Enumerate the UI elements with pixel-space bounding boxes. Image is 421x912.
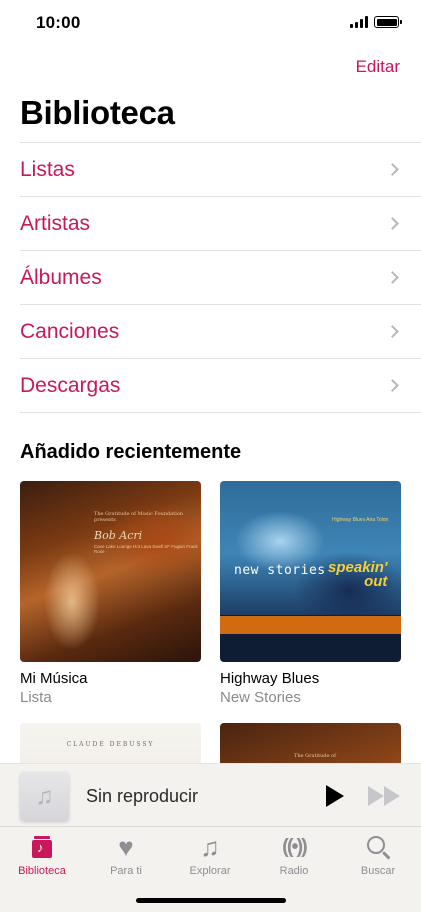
play-button[interactable] — [323, 784, 347, 808]
battery-icon — [374, 16, 402, 28]
tab-buscar[interactable]: Buscar — [336, 833, 420, 877]
mini-player[interactable]: ♫ Sin reproducir — [0, 763, 421, 827]
cover-text: new stories — [234, 563, 326, 578]
cover-text: Cave Lake Lounge Hot Lava Swell SF Fugai… — [94, 544, 198, 554]
search-icon — [336, 833, 420, 861]
menu-item-label: Artistas — [20, 211, 91, 235]
library-icon: ♪ — [0, 833, 84, 861]
tab-explorar[interactable]: ♫ Explorar — [168, 831, 252, 878]
radio-icon: ((•)) — [282, 835, 308, 858]
chevron-right-icon — [386, 325, 399, 338]
tab-label: Biblioteca — [18, 865, 66, 877]
chevron-right-icon — [386, 217, 399, 230]
tab-para-ti[interactable]: ♥ Para ti — [84, 833, 168, 877]
album-subtitle: Lista — [20, 689, 52, 706]
recently-added-heading: Añadido recientemente — [20, 441, 242, 463]
cover-text: The Gratitude of — [294, 753, 336, 759]
cellular-signal-icon — [350, 16, 368, 28]
edit-button[interactable]: Editar — [356, 57, 400, 77]
menu-item-label: Descargas — [20, 373, 121, 397]
menu-item-listas[interactable]: Listas — [20, 143, 421, 197]
menu-item-label: Canciones — [20, 319, 120, 343]
album-title: Mi Música — [20, 670, 88, 687]
chevron-right-icon — [386, 271, 399, 284]
menu-item-artistas[interactable]: Artistas — [20, 197, 421, 251]
fast-forward-button[interactable] — [368, 786, 402, 806]
status-icons — [350, 16, 402, 28]
status-time: 10:00 — [36, 13, 81, 32]
menu-item-canciones[interactable]: Canciones — [20, 305, 421, 359]
menu-item-label: Listas — [20, 157, 75, 181]
cover-text: CLAUDE DEBUSSY — [66, 741, 155, 748]
tab-radio[interactable]: ((•)) Radio — [252, 833, 336, 878]
menu-item-label: Álbumes — [20, 265, 102, 289]
menu-item-descargas[interactable]: Descargas — [20, 359, 421, 413]
menu-item-albumes[interactable]: Álbumes — [20, 251, 421, 305]
chevron-right-icon — [386, 379, 399, 392]
chevron-right-icon — [386, 163, 399, 176]
tab-biblioteca[interactable]: ♪ Biblioteca — [0, 833, 84, 877]
album-cover[interactable]: The Gratitude of Music Foundation presen… — [20, 481, 201, 662]
tab-label: Para ti — [110, 865, 142, 877]
home-indicator[interactable] — [136, 898, 286, 903]
status-bar: 10:00 — [0, 0, 421, 46]
tab-label: Buscar — [360, 865, 396, 877]
cover-text: speakin' out — [328, 559, 388, 590]
library-menu-list: Listas Artistas Álbumes Canciones Descar… — [20, 142, 421, 413]
tab-label: Radio — [279, 865, 309, 877]
cover-text: Bob Acri — [94, 529, 143, 542]
music-note-icon: ♫ — [20, 772, 69, 821]
album-title: Highway Blues — [220, 670, 320, 687]
heart-icon: ♥ — [118, 832, 134, 862]
cover-text: Highway Blues Aria Tolon — [332, 517, 389, 523]
album-card-mi-musica[interactable]: The Gratitude of Music Foundation presen… — [20, 481, 201, 706]
album-cover[interactable]: Highway Blues Aria Tolon new stories spe… — [220, 481, 401, 662]
album-card-highway-blues[interactable]: Highway Blues Aria Tolon new stories spe… — [220, 481, 401, 706]
now-playing-title: Sin reproducir — [86, 786, 199, 806]
page-title: Biblioteca — [20, 94, 175, 131]
tab-label: Explorar — [189, 865, 231, 877]
music-note-icon: ♫ — [200, 831, 220, 862]
album-subtitle: New Stories — [220, 689, 301, 706]
cover-text: The Gratitude of Music Foundation presen… — [94, 511, 184, 523]
